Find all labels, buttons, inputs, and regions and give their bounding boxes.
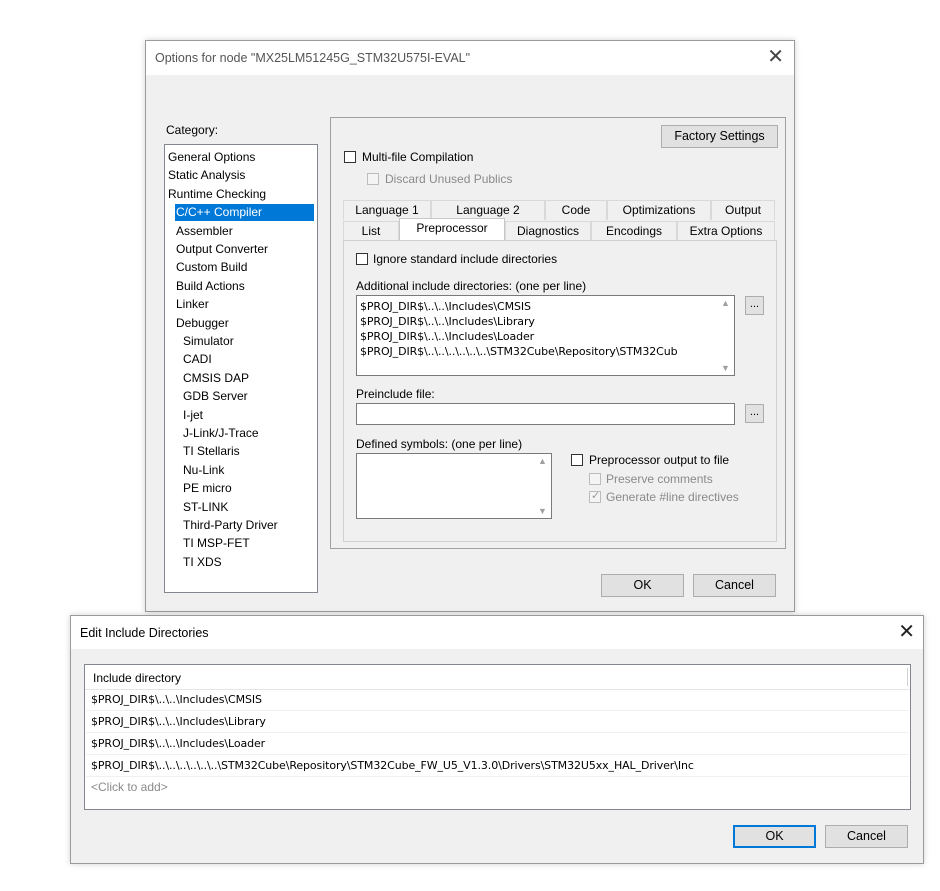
category-item[interactable]: TI XDS	[182, 554, 222, 571]
category-item[interactable]: Custom Build	[175, 259, 247, 276]
edit-include-dialog: Edit Include Directories ✕ Include direc…	[70, 615, 924, 864]
close-icon[interactable]: ✕	[767, 45, 784, 69]
column-header[interactable]: Include directory	[85, 665, 910, 690]
preinclude-input[interactable]	[356, 403, 735, 425]
table-row[interactable]: $PROJ_DIR$\..\..\Includes\CMSIS	[86, 689, 909, 711]
category-item[interactable]: Assembler	[175, 223, 233, 240]
tab-diagnostics[interactable]: Diagnostics	[505, 221, 591, 241]
category-item[interactable]: Build Actions	[175, 278, 245, 295]
category-item[interactable]: ST-LINK	[182, 499, 228, 516]
include-browse-button[interactable]: ...	[745, 296, 764, 315]
cancel-button[interactable]: Cancel	[693, 574, 776, 597]
category-item[interactable]: TI Stellaris	[182, 443, 240, 460]
table-row[interactable]: $PROJ_DIR$\..\..\Includes\Library	[86, 711, 909, 733]
tab-optimizations[interactable]: Optimizations	[607, 200, 711, 220]
tab-preprocessor[interactable]: Preprocessor	[399, 218, 505, 240]
include-dirs-label: Additional include directories: (one per…	[356, 279, 587, 293]
category-item[interactable]: CMSIS DAP	[182, 370, 249, 387]
column-divider	[907, 668, 908, 686]
include-line: $PROJ_DIR$\..\..\Includes\Library	[360, 315, 535, 328]
edit-ok-button[interactable]: OK	[733, 825, 816, 848]
add-row[interactable]: <Click to add>	[86, 777, 909, 798]
scroll-up-icon[interactable]: ▲	[538, 456, 547, 466]
category-item[interactable]: General Options	[167, 149, 255, 166]
category-item[interactable]: Third-Party Driver	[182, 517, 278, 534]
preproc-output-checkbox[interactable]	[571, 454, 583, 466]
column-header-label: Include directory	[93, 671, 182, 685]
tab-output[interactable]: Output	[711, 200, 775, 220]
preinclude-browse-button[interactable]: ...	[745, 404, 764, 423]
close-icon[interactable]: ✕	[898, 620, 915, 644]
category-item[interactable]: CADI	[182, 351, 212, 368]
preserve-comments-label: Preserve comments	[606, 472, 713, 486]
preprocessor-page: Ignore standard include directories Addi…	[343, 240, 777, 542]
defined-symbols-label: Defined symbols: (one per line)	[356, 437, 523, 451]
category-item[interactable]: Static Analysis	[167, 167, 245, 184]
category-item[interactable]: C/C++ Compiler	[175, 204, 314, 222]
include-dirs-textarea[interactable]: $PROJ_DIR$\..\..\Includes\CMSIS $PROJ_DIR…	[356, 295, 735, 376]
defined-scrollbar[interactable]: ▲ ▼	[535, 454, 551, 518]
tab-encodings[interactable]: Encodings	[591, 221, 677, 241]
multifile-checkbox[interactable]	[344, 151, 356, 163]
discard-unused-checkbox[interactable]	[367, 173, 379, 185]
category-item[interactable]: Output Converter	[175, 241, 268, 258]
scroll-down-icon[interactable]: ▼	[721, 363, 730, 373]
table-row[interactable]: $PROJ_DIR$\..\..\..\..\..\..\STM32Cube\R…	[86, 755, 909, 777]
include-directory-list[interactable]: Include directory $PROJ_DIR$\..\..\Inclu…	[84, 664, 911, 810]
options-dialog-title: Options for node "MX25LM51245G_STM32U575…	[155, 51, 471, 65]
generate-line-checkbox[interactable]: ✓	[589, 490, 601, 503]
category-item[interactable]: J-Link/J-Trace	[182, 425, 259, 442]
preinclude-label: Preinclude file:	[356, 387, 435, 401]
tab-list[interactable]: List	[343, 221, 399, 241]
scroll-up-icon[interactable]: ▲	[721, 298, 730, 308]
scroll-down-icon[interactable]: ▼	[538, 506, 547, 516]
options-dialog: Options for node "MX25LM51245G_STM32U575…	[145, 40, 795, 612]
category-item[interactable]: I-jet	[182, 407, 203, 424]
category-item[interactable]: Nu-Link	[182, 462, 224, 479]
discard-unused-label: Discard Unused Publics	[385, 172, 513, 186]
include-line: $PROJ_DIR$\..\..\Includes\CMSIS	[360, 300, 531, 313]
defined-symbols-textarea[interactable]: ▲ ▼	[356, 453, 552, 519]
edit-titlebar: Edit Include Directories ✕	[71, 616, 923, 649]
include-dirs-lines: $PROJ_DIR$\..\..\Includes\CMSIS $PROJ_DIR…	[360, 299, 716, 359]
category-list[interactable]: General Options Static Analysis Runtime Ch…	[164, 144, 318, 593]
preproc-output-label: Preprocessor output to file	[589, 453, 730, 467]
options-titlebar: Options for node "MX25LM51245G_STM32U575…	[146, 41, 794, 75]
checkmark-icon: ✓	[591, 490, 601, 502]
edit-dialog-title: Edit Include Directories	[80, 626, 209, 640]
category-item[interactable]: Linker	[175, 296, 209, 313]
ignore-std-checkbox[interactable]	[356, 253, 368, 265]
category-label: Category:	[166, 123, 219, 137]
generate-line-label: Generate #line directives	[606, 490, 739, 504]
add-placeholder: <Click to add>	[91, 780, 168, 794]
include-line: $PROJ_DIR$\..\..\Includes\Loader	[360, 330, 535, 343]
table-row[interactable]: $PROJ_DIR$\..\..\Includes\Loader	[86, 733, 909, 755]
ok-button[interactable]: OK	[601, 574, 684, 597]
edit-cancel-button[interactable]: Cancel	[825, 825, 908, 848]
tab-extra-options[interactable]: Extra Options	[677, 221, 775, 241]
category-item[interactable]: PE micro	[182, 480, 232, 497]
multifile-label: Multi-file Compilation	[362, 150, 474, 164]
category-item[interactable]: Simulator	[182, 333, 234, 350]
tab-language-1[interactable]: Language 1	[343, 200, 431, 220]
category-item[interactable]: TI MSP-FET	[182, 535, 250, 552]
include-line: $PROJ_DIR$\..\..\..\..\..\..\STM32Cube\R…	[360, 345, 678, 358]
ignore-std-label: Ignore standard include directories	[373, 252, 558, 266]
preserve-comments-checkbox[interactable]	[589, 473, 601, 485]
category-item[interactable]: GDB Server	[182, 388, 248, 405]
tab-language-2[interactable]: Language 2	[431, 200, 545, 220]
factory-settings-button[interactable]: Factory Settings	[661, 125, 778, 148]
category-item[interactable]: Runtime Checking	[167, 186, 266, 203]
include-scrollbar[interactable]: ▲ ▼	[718, 296, 734, 375]
settings-panel: Factory Settings Multi-file Compilation …	[330, 117, 786, 549]
tab-code[interactable]: Code	[545, 200, 607, 220]
category-item[interactable]: Debugger	[175, 315, 229, 332]
